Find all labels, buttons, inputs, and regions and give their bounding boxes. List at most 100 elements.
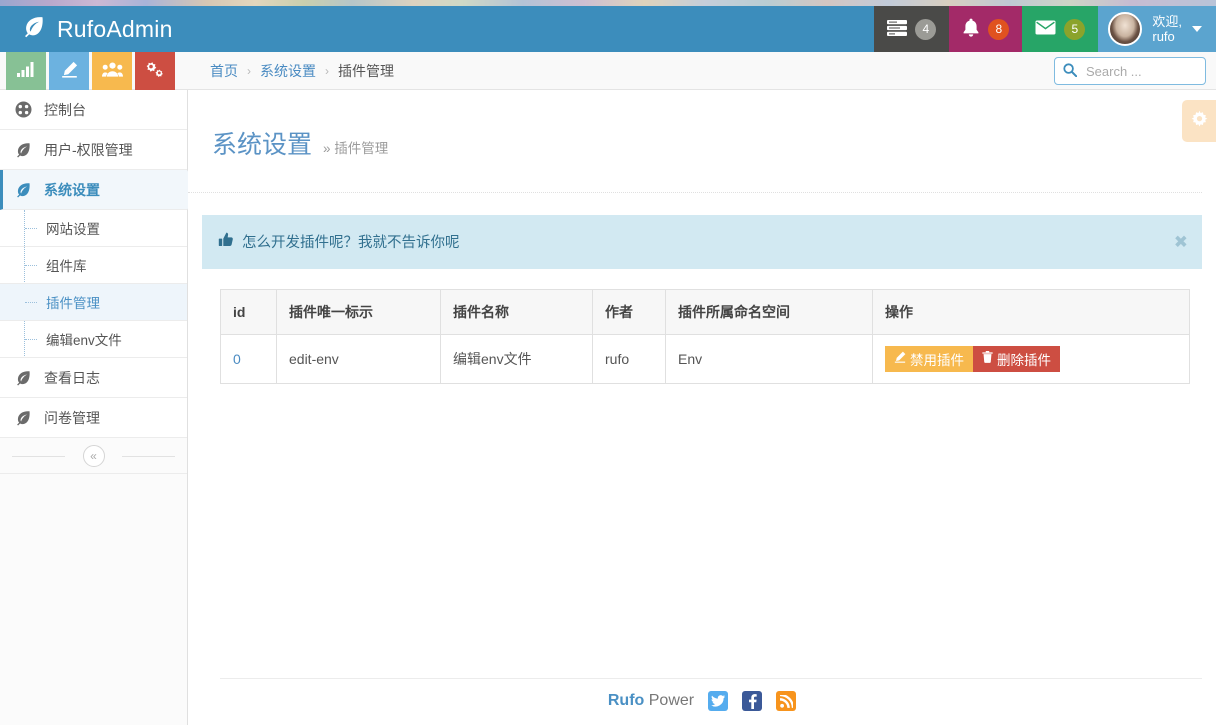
column-header-id[interactable]: id	[220, 288, 277, 335]
caret-down-icon	[1192, 26, 1202, 32]
top-navbar: RufoAdmin 4 8 5 欢迎, rufo	[0, 6, 1216, 52]
quick-action-tiles	[6, 52, 175, 90]
user-menu[interactable]: 欢迎, rufo	[1098, 6, 1216, 52]
sidebar-item-dashboard[interactable]: 控制台	[0, 90, 187, 130]
pencil-icon	[894, 351, 906, 366]
cell-id: 0	[220, 333, 277, 384]
column-header-author[interactable]: 作者	[592, 288, 666, 335]
search-box[interactable]	[1054, 57, 1206, 85]
main-content: 系统设置 » 插件管理 怎么开发插件呢？我就不告诉你呢 ✖ id 插件唯一标示 …	[188, 90, 1216, 725]
bar-chart-tile[interactable]	[6, 52, 46, 90]
sidebar: 控制台 用户-权限管理 系统设置 网站设置 组件库 插件管理 编辑env文件 查…	[0, 90, 199, 725]
sidebar-subitem-label: 组件库	[46, 259, 87, 274]
envelope-icon	[1035, 20, 1056, 38]
sidebar-collapse-row: «	[0, 438, 187, 474]
table-body: 0 edit-env 编辑env文件 rufo Env 禁用插件 删除插件	[220, 333, 1190, 384]
plugins-table-wrap: id 插件唯一标示 插件名称 作者 插件所属命名空间 操作 0 edit-env…	[220, 288, 1202, 384]
table-header-row: id 插件唯一标示 插件名称 作者 插件所属命名空间 操作	[220, 288, 1190, 335]
breadcrumb-separator-icon: ›	[247, 64, 251, 78]
mail-menu[interactable]: 5	[1022, 6, 1099, 52]
page-header: 系统设置 » 插件管理	[188, 90, 1202, 193]
alerts-menu[interactable]: 8	[949, 6, 1023, 52]
sidebar-subitem-site-settings[interactable]: 网站设置	[0, 210, 187, 247]
cell-actions: 禁用插件 删除插件	[872, 333, 1190, 384]
sidebar-subitem-label: 插件管理	[46, 296, 100, 311]
gears-icon	[145, 61, 165, 82]
column-header-key[interactable]: 插件唯一标示	[276, 288, 441, 335]
powered-by-label: Rufo Power	[608, 692, 694, 710]
trash-icon	[982, 351, 993, 366]
leaf-icon	[14, 181, 32, 198]
cell-key: edit-env	[276, 333, 441, 384]
twitter-icon[interactable]	[708, 691, 729, 711]
cell-namespace: Env	[665, 333, 873, 384]
sidebar-item-user-permission[interactable]: 用户-权限管理	[0, 130, 187, 170]
brand-logo[interactable]: RufoAdmin	[0, 14, 874, 44]
breadcrumb-current: 插件管理	[338, 63, 394, 79]
breadcrumb-section[interactable]: 系统设置	[260, 61, 316, 81]
disable-plugin-label: 禁用插件	[910, 352, 964, 368]
divider-right	[122, 455, 175, 457]
cell-name: 编辑env文件	[440, 333, 593, 384]
mail-badge: 5	[1064, 18, 1086, 40]
row-action-buttons: 禁用插件 删除插件	[885, 345, 1060, 372]
sidebar-item-system-settings[interactable]: 系统设置	[0, 170, 199, 210]
leaf-icon	[14, 141, 32, 158]
info-alert: 怎么开发插件呢？我就不告诉你呢 ✖	[202, 214, 1202, 269]
tasks-badge: 4	[915, 18, 937, 40]
sidebar-item-view-logs[interactable]: 查看日志	[0, 358, 187, 398]
user-avatar	[1108, 12, 1143, 46]
column-header-namespace[interactable]: 插件所属命名空间	[665, 288, 873, 335]
footer-brand: Rufo	[607, 692, 645, 709]
alert-message: 怎么开发插件呢？我就不告诉你呢	[242, 235, 460, 251]
page-title: 系统设置	[212, 130, 313, 159]
footer-divider	[220, 678, 1202, 679]
delete-plugin-button[interactable]: 删除插件	[973, 345, 1060, 372]
gears-tile[interactable]	[135, 52, 175, 90]
table-head: id 插件唯一标示 插件名称 作者 插件所属命名空间 操作	[220, 288, 1190, 335]
chevron-double-left-icon[interactable]: «	[82, 444, 105, 467]
delete-plugin-label: 删除插件	[997, 352, 1051, 368]
plugins-table: id 插件唯一标示 插件名称 作者 插件所属命名空间 操作 0 edit-env…	[220, 288, 1190, 384]
settings-gear-tab[interactable]	[1182, 100, 1216, 142]
sidebar-subitem-edit-env[interactable]: 编辑env文件	[0, 321, 187, 358]
edit-tile[interactable]	[49, 52, 89, 90]
leaf-icon	[22, 14, 46, 44]
sidebar-submenu: 网站设置 组件库 插件管理 编辑env文件	[0, 210, 187, 358]
tasks-menu[interactable]: 4	[874, 6, 950, 52]
welcome-label: 欢迎, rufo	[1152, 14, 1182, 44]
dashboard-icon	[14, 101, 32, 118]
column-header-actions[interactable]: 操作	[872, 288, 1190, 335]
divider-left	[12, 455, 65, 457]
footer-power-text: Power	[644, 692, 695, 709]
bell-icon	[962, 18, 980, 40]
facebook-icon[interactable]	[742, 691, 763, 711]
sidebar-item-label: 问卷管理	[44, 409, 100, 426]
sidebar-subitem-label: 编辑env文件	[46, 333, 122, 348]
sidebar-item-questionnaire[interactable]: 问卷管理	[0, 398, 187, 438]
thumbs-up-icon	[218, 232, 234, 252]
tasks-icon	[887, 19, 908, 39]
alert-message-wrap: 怎么开发插件呢？我就不告诉你呢	[218, 231, 460, 252]
breadcrumb-home[interactable]: 首页	[210, 61, 238, 81]
sidebar-subitem-component-library[interactable]: 组件库	[0, 247, 187, 284]
close-icon[interactable]: ✖	[1174, 233, 1188, 250]
rss-icon[interactable]	[776, 691, 797, 711]
leaf-icon	[14, 369, 32, 386]
column-header-name[interactable]: 插件名称	[440, 288, 593, 335]
breadcrumb-separator-icon: ›	[325, 64, 329, 78]
users-icon	[101, 62, 123, 80]
search-icon	[1063, 62, 1078, 80]
sidebar-item-label: 查看日志	[44, 369, 100, 386]
leaf-icon	[14, 409, 32, 426]
sidebar-subitem-plugin-management[interactable]: 插件管理	[0, 284, 187, 321]
cell-author: rufo	[592, 333, 666, 384]
sidebar-subitem-label: 网站设置	[46, 222, 100, 237]
sidebar-item-label: 控制台	[44, 101, 86, 118]
search-input[interactable]	[1084, 62, 1194, 80]
sidebar-item-label: 用户-权限管理	[44, 141, 133, 158]
gear-icon	[1190, 110, 1209, 132]
page-subtitle: » 插件管理	[323, 140, 389, 156]
users-tile[interactable]	[92, 52, 132, 90]
disable-plugin-button[interactable]: 禁用插件	[885, 345, 973, 372]
